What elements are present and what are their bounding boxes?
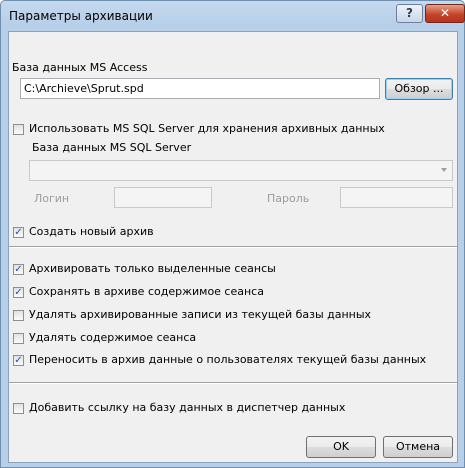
close-button[interactable]: ✕ bbox=[425, 4, 465, 23]
transfer-users-label: Переносить в архив данные о пользователя… bbox=[29, 353, 427, 366]
access-db-label: База данных MS Access bbox=[12, 61, 148, 74]
create-archive-checkbox[interactable]: ✓ bbox=[13, 227, 24, 238]
browse-button[interactable]: Обзор ... bbox=[385, 78, 453, 100]
sql-db-label: База данных MS SQL Server bbox=[32, 141, 192, 154]
login-input bbox=[114, 187, 212, 208]
ok-button[interactable]: OK bbox=[306, 436, 376, 458]
delete-content-label: Удалять содержимое сеанса bbox=[29, 331, 197, 344]
delete-content-checkbox[interactable] bbox=[13, 333, 24, 344]
delete-records-label: Удалять архивированные записи из текущей… bbox=[29, 308, 372, 321]
window-title: Параметры архивации bbox=[9, 9, 153, 23]
separator bbox=[9, 246, 457, 248]
create-archive-label: Создать новый архив bbox=[29, 225, 154, 238]
password-input bbox=[340, 187, 453, 208]
dialog-client-area: База данных MS Access C:\Archieve\Sprut.… bbox=[8, 31, 458, 463]
help-button[interactable]: ? bbox=[396, 4, 423, 23]
chevron-down-icon bbox=[441, 168, 447, 172]
selected-sessions-checkbox[interactable]: ✓ bbox=[13, 264, 24, 275]
login-label: Логин bbox=[34, 192, 70, 205]
add-link-checkbox[interactable] bbox=[13, 403, 24, 414]
title-bar[interactable]: Параметры архивации ? ✕ bbox=[1, 1, 465, 31]
use-sql-server-checkbox[interactable] bbox=[13, 124, 24, 135]
save-content-label: Сохранять в архиве содержимое сеанса bbox=[29, 285, 264, 298]
password-label: Пароль bbox=[267, 192, 310, 205]
save-content-checkbox[interactable]: ✓ bbox=[13, 287, 24, 298]
transfer-users-checkbox[interactable]: ✓ bbox=[13, 355, 24, 366]
selected-sessions-label: Архивировать только выделенные сеансы bbox=[29, 262, 276, 275]
access-path-input[interactable]: C:\Archieve\Sprut.spd bbox=[20, 78, 380, 99]
sql-db-select bbox=[29, 160, 453, 181]
add-link-label: Добавить ссылку на базу данных в диспетч… bbox=[29, 401, 346, 414]
separator bbox=[9, 382, 457, 384]
dialog-window: Параметры архивации ? ✕ База данных MS A… bbox=[0, 0, 465, 468]
delete-records-checkbox[interactable] bbox=[13, 310, 24, 321]
cancel-button[interactable]: Отмена bbox=[383, 436, 453, 458]
use-sql-server-label: Использовать MS SQL Server для хранения … bbox=[29, 122, 385, 135]
